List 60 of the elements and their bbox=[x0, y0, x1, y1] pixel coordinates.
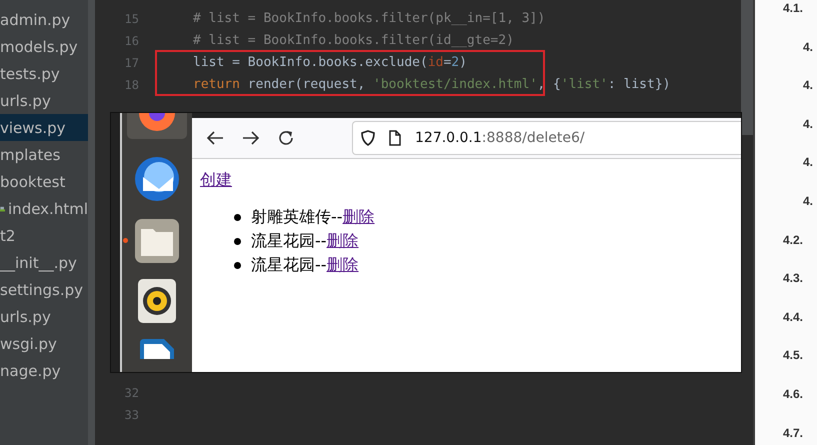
file-tree-item[interactable]: index.html bbox=[0, 195, 88, 222]
speaker-app-icon[interactable] bbox=[138, 279, 176, 323]
line-number: 15 bbox=[124, 11, 139, 28]
line-number: 17 bbox=[124, 55, 139, 72]
book-title: 射雕英雄传-- bbox=[251, 206, 343, 228]
code-line: # list = BookInfo.books.filter(id__gte=2) bbox=[192, 32, 515, 50]
toc-item[interactable]: 4. bbox=[783, 38, 817, 78]
url-text: 127.0.0.1:8888/delete6/ bbox=[415, 130, 585, 146]
code-line: list = BookInfo.books.exclude(id=2) bbox=[192, 54, 468, 72]
toc-item[interactable]: 4.2. bbox=[783, 232, 817, 270]
forward-icon[interactable] bbox=[242, 130, 260, 146]
bullet-icon bbox=[234, 262, 241, 268]
code-line: # list = BookInfo.books.filter(pk__in=[1, 3]) bbox=[192, 10, 546, 28]
file-tree-item[interactable]: nage.py bbox=[0, 357, 88, 384]
file-tree-item[interactable]: urls.py bbox=[0, 87, 88, 114]
toc-item[interactable]: 4.7. bbox=[783, 424, 817, 445]
create-link[interactable]: 创建 bbox=[200, 170, 232, 191]
toc-item[interactable]: 4.1. bbox=[783, 0, 817, 39]
file-tree-item[interactable]: settings.py bbox=[0, 276, 88, 303]
scrollbar-thumb[interactable] bbox=[741, 0, 753, 135]
reload-icon[interactable] bbox=[278, 130, 294, 146]
toc-item[interactable]: 4.6. bbox=[783, 386, 817, 425]
file-tree-item[interactable]: models.py bbox=[0, 33, 88, 60]
line-number: 32 bbox=[124, 385, 139, 402]
code-line: return render(request, 'booktest/index.html', {'list': list}) bbox=[192, 76, 672, 94]
file-tree-item[interactable]: booktest bbox=[0, 168, 88, 195]
back-icon[interactable] bbox=[206, 130, 224, 146]
scrollbar-track[interactable] bbox=[88, 0, 95, 445]
file-tree-item[interactable]: __init__.py bbox=[0, 249, 88, 276]
file-tree-item[interactable]: mplates bbox=[0, 141, 88, 168]
toc-item[interactable]: 4.4. bbox=[783, 308, 817, 348]
line-number: 33 bbox=[124, 407, 139, 424]
mail-app-icon[interactable] bbox=[133, 155, 181, 203]
toc-item[interactable]: 4. bbox=[783, 154, 817, 193]
file-tree-item[interactable]: admin.py bbox=[0, 6, 88, 33]
book-title: 流星花园-- bbox=[251, 230, 327, 252]
running-indicator-icon bbox=[123, 238, 128, 243]
line-number: 18 bbox=[124, 77, 139, 94]
folder-app-icon[interactable] bbox=[135, 219, 179, 263]
bullet-icon bbox=[234, 214, 241, 220]
book-title: 流星花园-- bbox=[251, 254, 327, 276]
toc-item[interactable]: 4. bbox=[783, 77, 817, 116]
shield-icon bbox=[361, 130, 375, 146]
page-icon bbox=[389, 130, 401, 146]
toc-item[interactable]: 4. bbox=[783, 192, 817, 232]
delete-link[interactable]: 删除 bbox=[326, 254, 359, 276]
bullet-icon bbox=[234, 238, 241, 244]
delete-link[interactable]: 删除 bbox=[326, 230, 359, 252]
file-tree-item[interactable]: t2 bbox=[0, 222, 88, 249]
file-tree-item[interactable]: tests.py bbox=[0, 60, 88, 87]
file-tree-item[interactable]: views.py bbox=[0, 114, 88, 141]
line-number: 16 bbox=[124, 33, 139, 50]
toc-item[interactable]: 4. bbox=[783, 116, 817, 154]
address-bar[interactable]: 127.0.0.1:8888/delete6/ bbox=[352, 121, 741, 155]
delete-link[interactable]: 删除 bbox=[342, 206, 375, 228]
toc-item[interactable]: 4.5. bbox=[783, 347, 817, 386]
document-app-icon[interactable] bbox=[138, 339, 176, 359]
file-tree-item[interactable]: urls.py bbox=[0, 303, 88, 330]
file-tree-item[interactable]: wsgi.py bbox=[0, 330, 88, 357]
toc-item[interactable]: 4.3. bbox=[783, 270, 817, 309]
